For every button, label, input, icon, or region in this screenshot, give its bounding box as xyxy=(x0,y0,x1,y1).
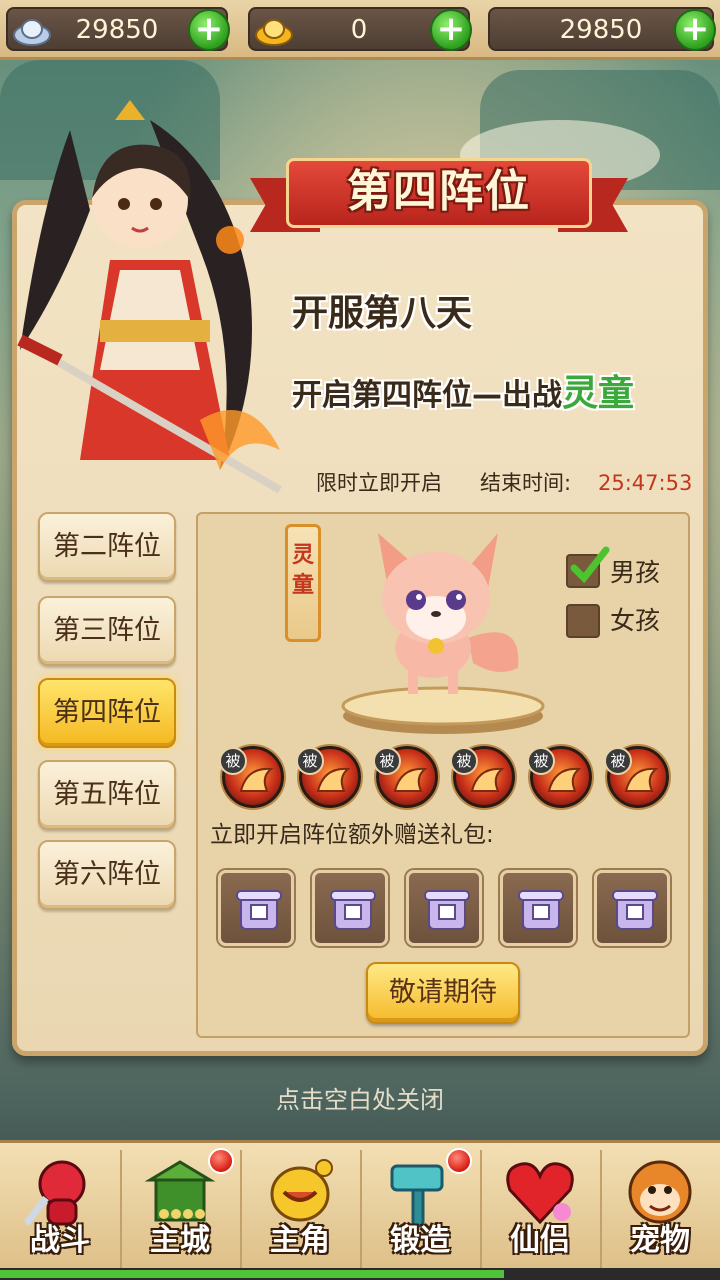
progress-fill xyxy=(0,1270,504,1278)
passive-skill-3[interactable]: 被 xyxy=(373,746,438,808)
third-counter: 29850 + xyxy=(488,7,716,51)
add-gold-button[interactable]: + xyxy=(430,9,472,51)
hero-character-illustration xyxy=(17,100,282,494)
nav-city[interactable]: 主城 xyxy=(120,1140,240,1272)
close-hint[interactable]: 点击空白处关闭 xyxy=(0,1084,720,1116)
nav-partner[interactable]: 仙侣 xyxy=(480,1140,600,1272)
add-silver-button[interactable]: + xyxy=(188,9,230,51)
monkey-pet-icon xyxy=(628,1160,692,1224)
scroll-item-icon xyxy=(612,890,658,930)
gift-scroll-1[interactable] xyxy=(218,870,294,946)
nav-city-label: 主城 xyxy=(150,1223,210,1258)
hero-icon xyxy=(270,1159,333,1222)
passive-skill-6[interactable]: 被 xyxy=(604,746,669,808)
nav-forge-label: 锻造 xyxy=(390,1223,450,1258)
title-ribbon: 第四阵位 xyxy=(250,150,628,238)
passive-skill-1[interactable]: 被 xyxy=(219,746,284,808)
end-time-label: 结束时间: xyxy=(480,471,572,495)
nav-hero[interactable]: 主角 xyxy=(240,1140,360,1272)
girl-checkbox[interactable] xyxy=(566,604,600,638)
scroll-item-icon xyxy=(424,890,470,930)
gift-scroll-4[interactable] xyxy=(500,870,576,946)
nav-battle[interactable]: 战斗 xyxy=(0,1140,120,1272)
gift-scroll-3[interactable] xyxy=(406,870,482,946)
gold-counter: 0 + xyxy=(248,7,472,51)
nav-pet-label: 宠物 xyxy=(630,1223,690,1258)
tab-formation-4[interactable]: 第四阵位 xyxy=(38,678,176,748)
page-title: 第四阵位 xyxy=(347,166,531,217)
tiger-skill-icon xyxy=(624,767,659,792)
battle-icon xyxy=(23,1160,86,1227)
tiger-skill-icon xyxy=(470,767,505,792)
pet-type-tag: 灵童 xyxy=(285,524,321,642)
scroll-item-icon xyxy=(518,890,564,930)
silver-counter: 29850 + xyxy=(6,7,230,51)
gift-label: 立即开启阵位额外赠送礼包: xyxy=(210,822,494,848)
nav-partner-label: 仙侣 xyxy=(510,1223,570,1258)
nav-forge[interactable]: 锻造 xyxy=(360,1140,480,1272)
passive-skill-4[interactable]: 被 xyxy=(450,746,515,808)
unlock-prefix: 开启第四阵位—出战 xyxy=(292,378,562,413)
tiger-skill-icon xyxy=(316,767,351,792)
boy-label: 男孩 xyxy=(610,558,661,587)
boy-checkbox[interactable] xyxy=(566,546,610,588)
open-day-text: 开服第八天 xyxy=(292,293,473,334)
tiger-skill-icon xyxy=(547,767,582,792)
tab-formation-5[interactable]: 第五阵位 xyxy=(38,760,176,830)
nav-pet[interactable]: 宠物 xyxy=(600,1140,720,1272)
nav-hero-label: 主角 xyxy=(270,1223,330,1258)
scroll-item-icon xyxy=(330,890,376,930)
limited-time-text: 限时立即开启 xyxy=(316,471,442,495)
scroll-item-icon xyxy=(236,890,282,930)
tab-formation-3[interactable]: 第三阵位 xyxy=(38,596,176,666)
countdown-timer: 25:47:53 xyxy=(598,471,693,495)
gift-scroll-5[interactable] xyxy=(594,870,670,946)
passive-skill-2[interactable]: 被 xyxy=(296,746,361,808)
tiger-skill-icon xyxy=(239,767,274,792)
tab-formation-6[interactable]: 第六阵位 xyxy=(38,840,176,910)
unlock-highlight: 灵童 xyxy=(562,373,635,414)
fox-pet-illustration xyxy=(378,533,519,694)
coming-soon-button[interactable]: 敬请期待 xyxy=(366,962,520,1024)
gift-scroll-2[interactable] xyxy=(312,870,388,946)
passive-skill-5[interactable]: 被 xyxy=(527,746,592,808)
tab-formation-2[interactable]: 第二阵位 xyxy=(38,512,176,582)
add-currency-button[interactable]: + xyxy=(674,9,716,51)
nav-battle-label: 战斗 xyxy=(30,1223,90,1258)
forge-notification-dot xyxy=(446,1148,472,1174)
loading-progress-bar xyxy=(0,1268,720,1280)
city-icon xyxy=(144,1160,216,1222)
girl-label: 女孩 xyxy=(610,606,661,635)
unlock-headline: 开启第四阵位—出战灵童 xyxy=(292,372,634,418)
heart-icon xyxy=(506,1162,574,1225)
city-notification-dot xyxy=(208,1148,234,1174)
checkmark-icon xyxy=(570,546,610,584)
tiger-skill-icon xyxy=(393,767,428,792)
